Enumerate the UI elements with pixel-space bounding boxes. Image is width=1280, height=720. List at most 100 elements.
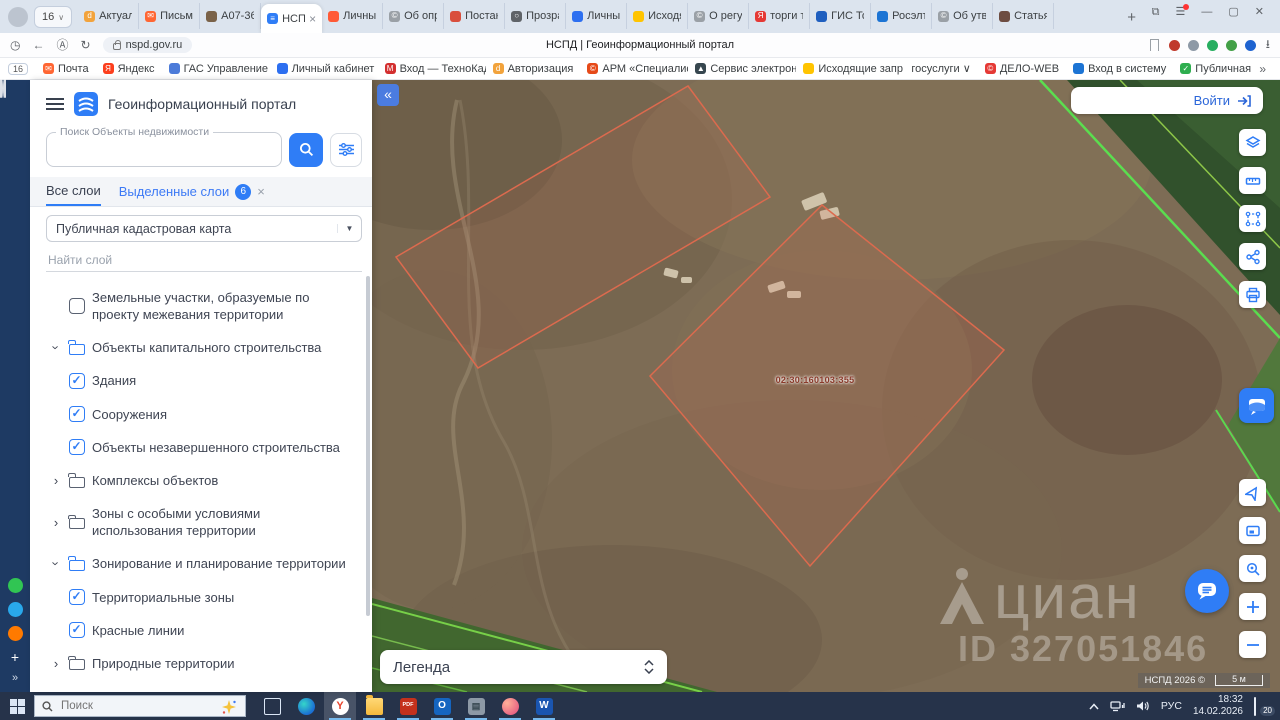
taskbar-app-button[interactable]: [358, 692, 390, 720]
select-area-button[interactable]: [1239, 205, 1266, 232]
chat-button[interactable]: [1185, 569, 1229, 613]
hidden-icons-chevron[interactable]: [1089, 702, 1099, 710]
layer-row[interactable]: › Зоны социального, экономического разви…: [30, 680, 372, 692]
panel-collapse-button[interactable]: «: [377, 84, 399, 106]
browser-tab[interactable]: © О регул ×: [688, 3, 750, 29]
chevron-icon[interactable]: ›: [49, 342, 64, 354]
area-search-button[interactable]: [1239, 555, 1266, 582]
taskbar-app-button[interactable]: Y: [324, 692, 356, 720]
layer-row[interactable]: › Объекты капитального строительства: [30, 331, 372, 364]
bookmark-item[interactable]: М Вход — ТехноКад: [378, 63, 486, 75]
bookmark-item[interactable]: ✉ Почта: [36, 63, 96, 75]
taskbar-app-button[interactable]: W: [528, 692, 560, 720]
browser-tab[interactable]: © Об утв ×: [932, 3, 994, 29]
layer-checkbox[interactable]: [69, 439, 85, 456]
bookmark-item[interactable]: ▲ Сервис электрон: [688, 63, 796, 75]
browser-tab[interactable]: А07-36 ×: [200, 3, 262, 29]
bookmark-item[interactable]: © АРМ «Специалис: [580, 63, 688, 75]
taskbar-app-button[interactable]: ▤: [460, 692, 492, 720]
bookmark-item[interactable]: ГАС Управление: [162, 63, 270, 75]
layer-row[interactable]: › Комплексы объектов: [30, 464, 372, 497]
layer-row[interactable]: › Земельные участки, образуемые по проек…: [30, 281, 372, 331]
bookmark-flag-icon[interactable]: [1149, 39, 1159, 55]
bookmark-item[interactable]: Исходящие запр: [796, 63, 904, 75]
taskbar-app-button[interactable]: [290, 692, 322, 720]
chevron-icon[interactable]: ›: [50, 657, 62, 670]
minimize-button[interactable]: —: [1201, 7, 1212, 18]
menu-icon[interactable]: [46, 98, 64, 110]
browser-tab[interactable]: Личные ×: [322, 3, 384, 29]
back-icon[interactable]: ←: [32, 39, 44, 51]
strip-expand-icon[interactable]: »: [12, 673, 18, 684]
layer-row[interactable]: › Красные линии: [30, 614, 372, 647]
basemap-select[interactable]: Публичная кадастровая карта ▼: [46, 215, 362, 242]
tab-close-icon[interactable]: ×: [257, 184, 265, 199]
layer-checkbox[interactable]: [69, 622, 85, 639]
notification-center-button[interactable]: 20: [1254, 697, 1276, 717]
maximize-button[interactable]: ▢: [1228, 7, 1238, 18]
tab-all-layers[interactable]: Все слои: [46, 177, 101, 206]
network-icon[interactable]: [1110, 700, 1125, 712]
history-icon[interactable]: ◷: [10, 39, 20, 51]
share-button[interactable]: [1239, 243, 1266, 270]
chevron-icon[interactable]: ›: [50, 474, 62, 487]
bookmarks-counter-chip[interactable]: 16: [8, 62, 29, 75]
taskbar-app-button[interactable]: PDF: [392, 692, 424, 720]
add-shortcut-button[interactable]: +: [11, 650, 19, 664]
extension-icon[interactable]: [1206, 39, 1218, 51]
login-button[interactable]: Войти: [1071, 87, 1263, 114]
taskbar-search-input[interactable]: [59, 699, 189, 713]
parcel-cadastral-number[interactable]: 02:30:160103:355: [776, 375, 855, 385]
layer-checkbox[interactable]: [69, 373, 85, 390]
chevron-icon[interactable]: ›: [49, 558, 64, 570]
bookmark-item[interactable]: Вход в систему: [1066, 63, 1173, 75]
browser-tab[interactable]: ≡ НСПД ×: [261, 4, 323, 33]
extension-icon[interactable]: [1168, 39, 1180, 51]
language-indicator[interactable]: РУС: [1161, 700, 1182, 712]
bookmark-item[interactable]: ✓ Публичная кадас: [1173, 63, 1253, 75]
bookmark-item[interactable]: © ДЕЛО-WEB: [978, 63, 1066, 75]
panel-scrollbar[interactable]: [366, 276, 370, 616]
taskbar-app-button[interactable]: [494, 692, 526, 720]
layer-search-input[interactable]: [46, 248, 362, 272]
browser-tab[interactable]: ✉ Письмо ×: [139, 3, 201, 29]
extension-icon[interactable]: [1187, 39, 1199, 51]
bookmark-item[interactable]: d Авторизация: [486, 63, 581, 75]
measure-button[interactable]: [1239, 167, 1266, 194]
chevron-icon[interactable]: ›: [50, 516, 62, 529]
refresh-icon[interactable]: ↻: [81, 39, 91, 51]
layer-row[interactable]: › Объекты незавершенного строительства: [30, 431, 372, 464]
layer-row[interactable]: › Зоны с особыми условиями использования…: [30, 497, 372, 547]
layer-row[interactable]: › Территориальные зоны: [30, 581, 372, 614]
ok-icon[interactable]: [7, 626, 23, 641]
start-button[interactable]: [0, 692, 34, 720]
layer-row[interactable]: › Зонирование и планирование территории: [30, 547, 372, 580]
zoom-in-button[interactable]: [1239, 593, 1266, 620]
search-filters-button[interactable]: [330, 132, 362, 167]
telegram-icon[interactable]: [7, 602, 23, 617]
search-button[interactable]: [289, 132, 323, 167]
browser-tab[interactable]: Я торги т ×: [749, 3, 811, 29]
bookmarks-overflow-icon[interactable]: »: [1253, 62, 1272, 76]
browser-tab[interactable]: Статья ×: [993, 3, 1055, 29]
layer-row[interactable]: ›: [30, 274, 372, 281]
layer-checkbox[interactable]: [69, 406, 85, 423]
close-button[interactable]: ✕: [1255, 7, 1264, 18]
overview-map-button[interactable]: [1239, 517, 1266, 544]
browser-tab[interactable]: Постан ×: [444, 3, 506, 29]
taskbar-search[interactable]: [34, 695, 246, 717]
print-button[interactable]: [1239, 281, 1266, 308]
layer-checkbox[interactable]: [69, 589, 85, 606]
bookmark-item[interactable]: госуслуги ∨: [904, 62, 977, 75]
zoom-out-button[interactable]: [1239, 631, 1266, 658]
browser-tab[interactable]: ГИС То ×: [810, 3, 872, 29]
extension-icon[interactable]: [1244, 39, 1256, 51]
browser-tab[interactable]: © Об опр ×: [383, 3, 445, 29]
volume-icon[interactable]: [1136, 700, 1150, 712]
tab-close-icon[interactable]: ×: [309, 12, 316, 26]
whatsapp-icon[interactable]: [7, 578, 23, 593]
taskbar-app-button[interactable]: O: [426, 692, 458, 720]
layer-row[interactable]: › Здания: [30, 364, 372, 397]
browser-tab[interactable]: Исходя ×: [627, 3, 689, 29]
layer-checkbox[interactable]: [69, 298, 85, 315]
